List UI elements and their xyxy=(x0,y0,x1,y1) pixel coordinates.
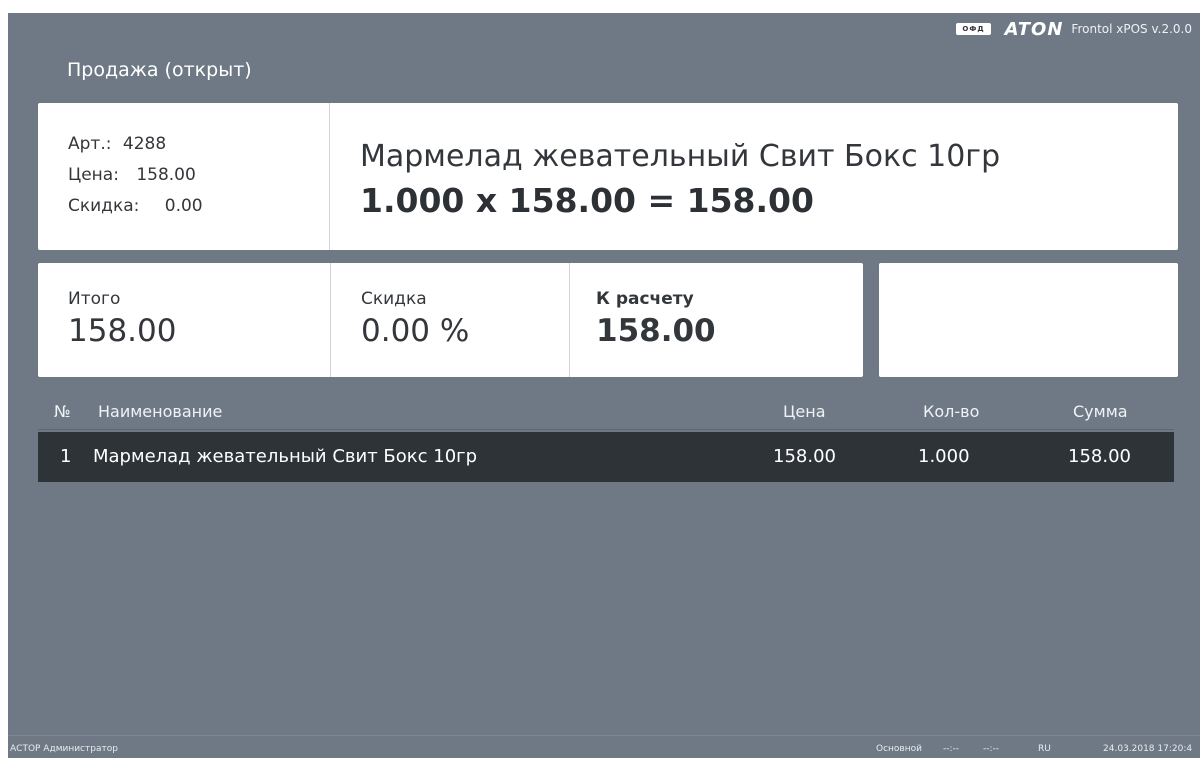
total-value: 158.00 xyxy=(68,313,177,349)
amount-due-label: К расчету xyxy=(596,289,694,309)
col-header-name: Наименование xyxy=(98,402,223,421)
price-value: 158.00 xyxy=(136,165,196,185)
amount-due-value: 158.00 xyxy=(596,313,716,349)
pos-screen: ОФД ATON Frontol xPOS v.2.0.0 Продажа (о… xyxy=(8,13,1200,758)
current-item-panel: Арт.: 4288 Цена: 158.00 Скидка: 0.00 Мар… xyxy=(38,103,1178,250)
discount-cell: Скидка 0.00 % xyxy=(331,263,570,377)
table-row[interactable]: 1 Мармелад жевательный Свит Бокс 10гр 15… xyxy=(38,432,1174,482)
status-field2: --:-- xyxy=(983,744,1000,754)
article-label: Арт.: xyxy=(68,134,112,154)
receipt-discount-value: 0.00 % xyxy=(361,313,470,349)
total-label: Итого xyxy=(68,289,121,309)
total-cell: Итого 158.00 xyxy=(38,263,331,377)
receipt-discount-label: Скидка xyxy=(361,289,427,309)
item-details: Арт.: 4288 Цена: 158.00 Скидка: 0.00 xyxy=(38,103,330,250)
article-row: Арт.: 4288 xyxy=(68,129,329,160)
ofd-badge: ОФД xyxy=(956,23,991,35)
receipt-status-title: Продажа (открыт) xyxy=(67,59,252,81)
status-datetime: 24.03.2018 17:20:4 xyxy=(1103,744,1193,754)
col-header-qty: Кол-во xyxy=(923,402,980,421)
col-header-price: Цена xyxy=(783,402,826,421)
status-bar: АСТОР Администратор Основной --:-- --:--… xyxy=(8,735,1200,758)
discount-value: 0.00 xyxy=(164,196,203,216)
status-profile: Основной xyxy=(876,744,922,754)
row-num: 1 xyxy=(60,446,72,467)
col-header-sum: Сумма xyxy=(1073,402,1128,421)
row-qty: 1.000 xyxy=(918,446,970,467)
row-name: Мармелад жевательный Свит Бокс 10гр xyxy=(93,446,478,467)
discount-row: Скидка: 0.00 xyxy=(68,191,329,222)
article-value: 4288 xyxy=(122,134,167,154)
row-sum: 158.00 xyxy=(1068,446,1131,467)
totals-panel: Итого 158.00 Скидка 0.00 % К расчету 158… xyxy=(38,263,863,377)
col-header-num: № xyxy=(54,402,71,421)
price-label: Цена: xyxy=(68,165,119,185)
status-language: RU xyxy=(1038,744,1051,754)
price-row: Цена: 158.00 xyxy=(68,160,329,191)
status-field1: --:-- xyxy=(943,744,960,754)
aton-logo: ATON xyxy=(1004,18,1064,40)
top-bar: ОФД ATON Frontol xPOS v.2.0.0 xyxy=(956,18,1200,40)
receipt-table-header: № Наименование Цена Кол-во Сумма xyxy=(38,399,1174,430)
amount-due-cell: К расчету 158.00 xyxy=(570,263,863,377)
discount-label: Скидка: xyxy=(68,196,140,216)
app-version: Frontol xPOS v.2.0.0 xyxy=(1071,22,1192,36)
item-name: Мармелад жевательный Свит Бокс 10гр xyxy=(360,139,1001,174)
info-panel xyxy=(879,263,1178,377)
row-price: 158.00 xyxy=(773,446,836,467)
status-user: АСТОР Администратор xyxy=(10,744,118,754)
item-calculation: 1.000 x 158.00 = 158.00 xyxy=(360,181,814,220)
